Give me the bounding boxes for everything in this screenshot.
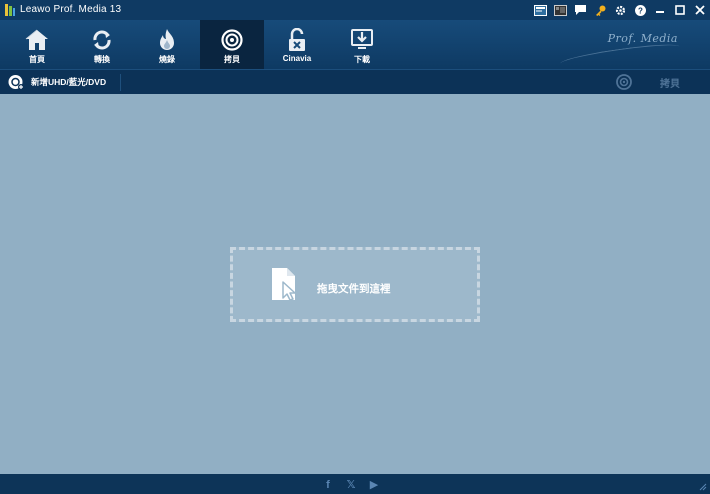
add-file-icon	[272, 268, 296, 301]
twitter-icon[interactable]: 𝕏	[345, 478, 357, 491]
burn-icon	[154, 27, 180, 53]
unlock-icon	[284, 27, 310, 53]
copy-disc-button-icon	[616, 74, 632, 90]
copy-disc-icon	[219, 27, 245, 53]
tab-download-label: 下載	[354, 55, 370, 64]
download-icon	[349, 27, 375, 53]
minimize-icon[interactable]	[650, 0, 670, 20]
facebook-icon[interactable]: f	[322, 479, 334, 491]
tab-copy[interactable]: 拷貝	[200, 20, 264, 69]
tab-convert-label: 轉換	[94, 55, 110, 64]
tab-download[interactable]: 下載	[330, 20, 394, 69]
key-icon[interactable]	[590, 0, 610, 20]
app-logo-icon	[5, 4, 15, 16]
tab-cinavia[interactable]: Cinavia	[265, 20, 329, 69]
titlebar-controls: ?	[530, 0, 710, 20]
media-icon[interactable]	[550, 0, 570, 20]
tab-burn-label: 燒錄	[159, 55, 175, 64]
tab-home[interactable]: 首頁	[5, 20, 69, 69]
dropzone[interactable]: 拖曳文件到這裡	[230, 247, 480, 322]
brand-logo: Prof. Media	[607, 32, 678, 45]
drop-area[interactable]: 拖曳文件到這裡	[0, 94, 710, 474]
help-icon[interactable]: ?	[630, 0, 650, 20]
dropzone-text: 拖曳文件到這裡	[317, 283, 391, 295]
close-icon[interactable]	[690, 0, 710, 20]
add-disc-label: 新增UHD/藍光/DVD	[31, 77, 107, 87]
window-title: Leawo Prof. Media 13	[20, 4, 122, 15]
maximize-icon[interactable]	[670, 0, 690, 20]
social-links: f 𝕏 ▶	[322, 478, 380, 492]
chat-icon[interactable]	[570, 0, 590, 20]
register-icon[interactable]	[530, 0, 550, 20]
main-nav: 首頁 轉換 燒錄 拷貝 Cinavia 下載 Prof. Media	[0, 20, 710, 70]
tab-home-label: 首頁	[29, 55, 45, 64]
title-bar: Leawo Prof. Media 13 ?	[0, 0, 710, 20]
svg-text:?: ?	[638, 6, 643, 15]
settings-icon[interactable]	[610, 0, 630, 20]
convert-icon	[89, 27, 115, 53]
sub-toolbar: 新增UHD/藍光/DVD 拷貝	[0, 69, 710, 94]
add-disc-icon	[8, 75, 24, 90]
tab-convert[interactable]: 轉換	[70, 20, 134, 69]
copy-button[interactable]: 拷貝	[616, 74, 680, 90]
tab-burn[interactable]: 燒錄	[135, 20, 199, 69]
youtube-icon[interactable]: ▶	[368, 478, 380, 491]
status-footer: f 𝕏 ▶	[0, 474, 710, 494]
tab-cinavia-label: Cinavia	[282, 54, 312, 63]
copy-button-label: 拷貝	[660, 78, 680, 90]
tab-copy-label: 拷貝	[224, 55, 240, 64]
add-disc-button[interactable]: 新增UHD/藍光/DVD	[8, 74, 106, 90]
home-icon	[24, 27, 50, 53]
resize-grip-icon[interactable]	[699, 483, 707, 491]
toolbar-divider	[120, 74, 121, 91]
